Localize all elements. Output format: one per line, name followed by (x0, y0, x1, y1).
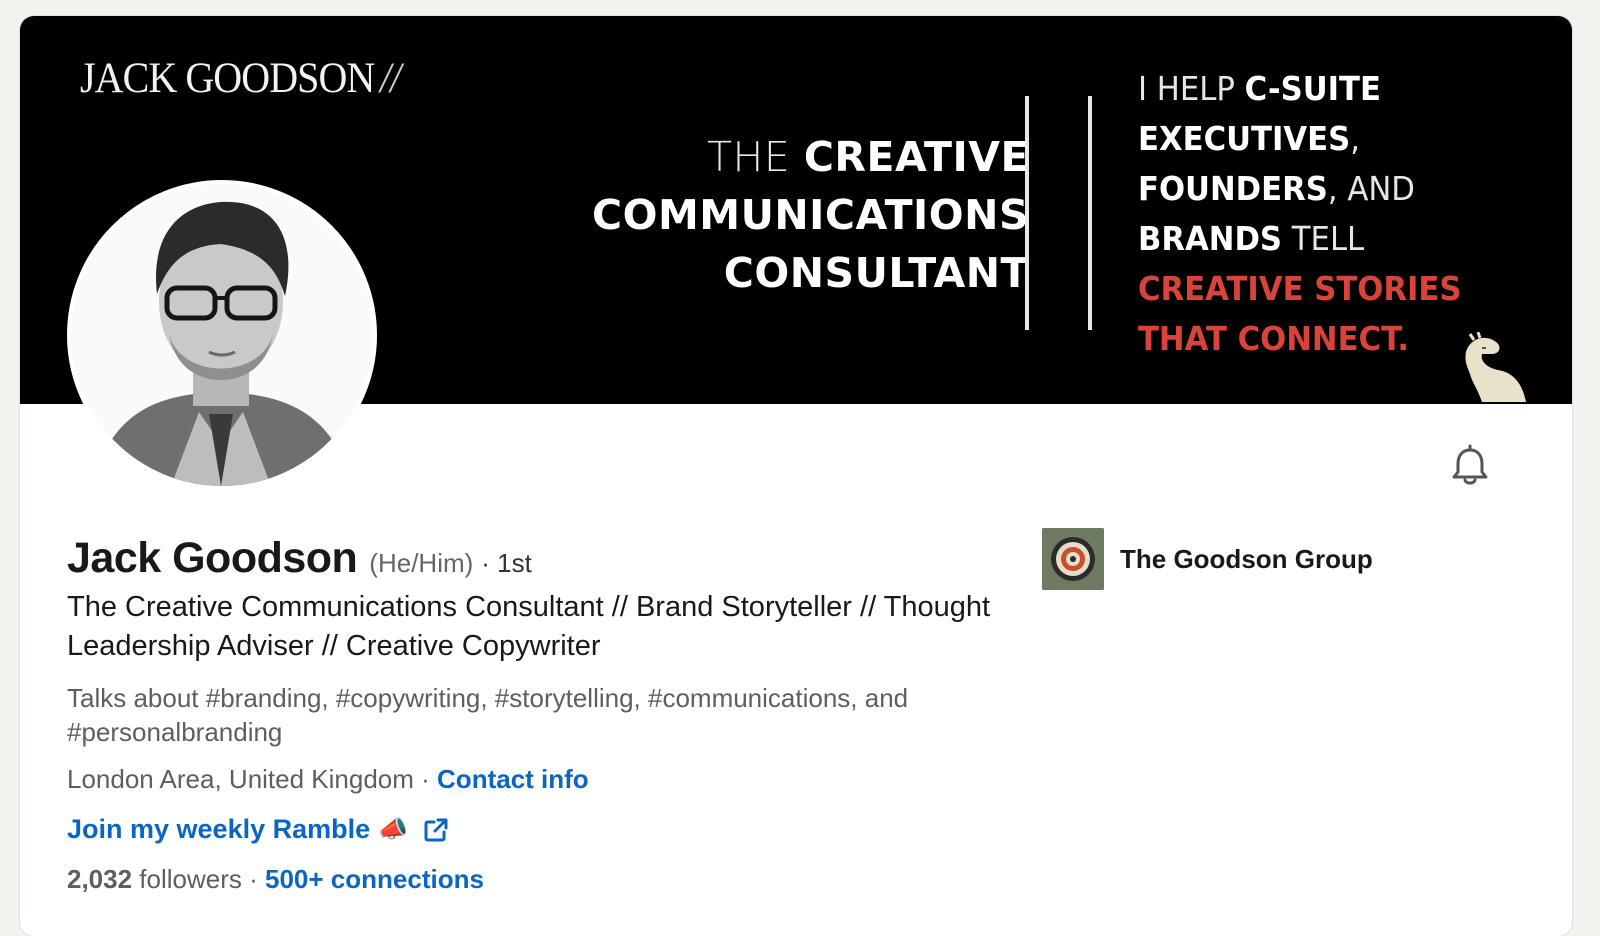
profile-pronouns: (He/Him) (369, 548, 474, 578)
current-company[interactable]: The Goodson Group (1042, 528, 1373, 590)
pitch-light: TELL (1282, 219, 1365, 258)
pitch-bold: C-SUITE (1244, 69, 1381, 108)
tagline-line-3: CONSULTANT (723, 249, 1029, 297)
megaphone-icon: 📣 (378, 816, 409, 843)
company-logo[interactable] (1042, 528, 1104, 590)
tagline-line-2: COMMUNICATIONS (592, 191, 1029, 239)
pitch-light: , (1350, 119, 1360, 158)
banner-pitch: I HELP C-SUITE EXECUTIVES, FOUNDERS, AND… (1138, 64, 1461, 364)
profile-location: London Area, United Kingdom (67, 764, 414, 794)
tagline-bold: CREATIVE (803, 133, 1029, 181)
company-name[interactable]: The Goodson Group (1120, 544, 1373, 575)
dinosaur-illustration (1465, 332, 1526, 402)
connections-separator: · (241, 864, 266, 894)
target-logo-icon (1042, 528, 1104, 590)
ramble-link[interactable]: Join my weekly Ramble (67, 814, 370, 845)
location-row: London Area, United Kingdom · Contact in… (67, 764, 589, 795)
connection-degree: · 1st (481, 548, 532, 578)
external-link-icon[interactable] (422, 816, 450, 844)
banner-brand-slashes: // (379, 55, 401, 102)
profile-card: JACK GOODSON// THE CREATIVE COMMUNICATIO… (20, 16, 1572, 936)
pitch-bold: EXECUTIVES (1138, 119, 1351, 158)
banner-divider-right (1088, 96, 1092, 330)
profile-avatar[interactable] (67, 180, 377, 490)
banner-brand-name: JACK GOODSON (80, 55, 375, 102)
banner-divider-left (1025, 96, 1029, 330)
pitch-bold: FOUNDERS (1138, 169, 1328, 208)
tagline-light: THE (707, 133, 804, 181)
pitch-light: , AND (1327, 169, 1415, 208)
location-separator: · (413, 764, 438, 794)
name-row: Jack Goodson (He/Him) · 1st (67, 534, 532, 583)
profile-headline: The Creative Communications Consultant /… (67, 591, 991, 662)
pitch-light: I HELP (1138, 69, 1245, 108)
followers-label: followers (132, 864, 242, 894)
bell-icon[interactable] (1448, 444, 1492, 488)
avatar-photo (71, 184, 373, 486)
banner-tagline: THE CREATIVE COMMUNICATIONS CONSULTANT (592, 128, 1029, 302)
pitch-red: CREATIVE STORIES (1138, 269, 1462, 308)
pitch-bold: BRANDS (1138, 219, 1283, 258)
banner-brand-mark: JACK GOODSON// (80, 54, 401, 103)
followers-count: 2,032 (67, 864, 133, 894)
ramble-link-row[interactable]: Join my weekly Ramble 📣 (67, 814, 450, 845)
network-stats-row: 2,032 followers · 500+ connections (67, 864, 484, 895)
connections-link[interactable]: 500+ connections (265, 864, 484, 894)
contact-info-link[interactable]: Contact info (437, 764, 589, 794)
profile-name: Jack Goodson (67, 534, 358, 582)
profile-talks-about: Talks about #branding, #copywriting, #st… (67, 683, 909, 747)
pitch-red: THAT CONNECT. (1138, 319, 1410, 358)
